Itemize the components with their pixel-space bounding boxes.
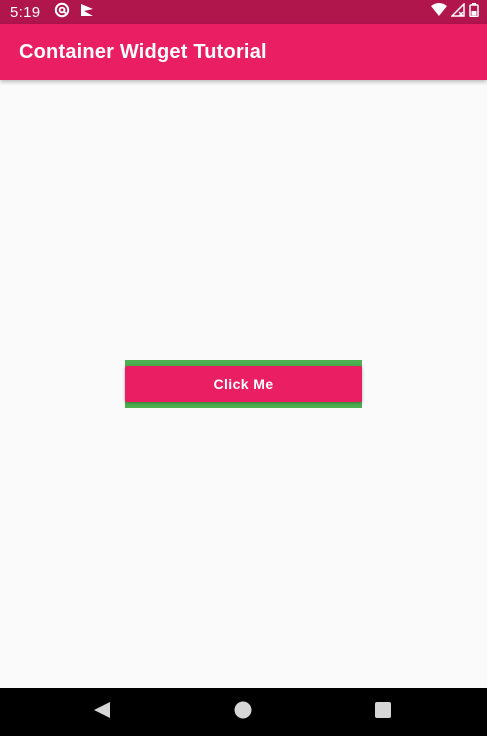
wifi-icon	[431, 2, 447, 22]
recents-button[interactable]	[353, 688, 413, 736]
home-button[interactable]	[213, 688, 273, 736]
main-content: Click Me	[0, 80, 487, 688]
back-icon	[93, 701, 111, 724]
at-sign-icon	[54, 2, 70, 23]
home-icon	[234, 701, 252, 724]
navigation-bar	[0, 688, 487, 736]
battery-icon	[469, 2, 479, 22]
signal-icon	[450, 1, 465, 22]
app-bar: Container Widget Tutorial	[0, 24, 487, 80]
status-bar: 5:19	[0, 0, 487, 24]
back-button[interactable]	[72, 688, 132, 736]
click-me-button[interactable]: Click Me	[125, 366, 362, 402]
status-time: 5:19	[10, 3, 41, 21]
flag-icon	[80, 3, 94, 22]
app-title: Container Widget Tutorial	[19, 40, 267, 63]
recents-icon	[374, 701, 392, 724]
